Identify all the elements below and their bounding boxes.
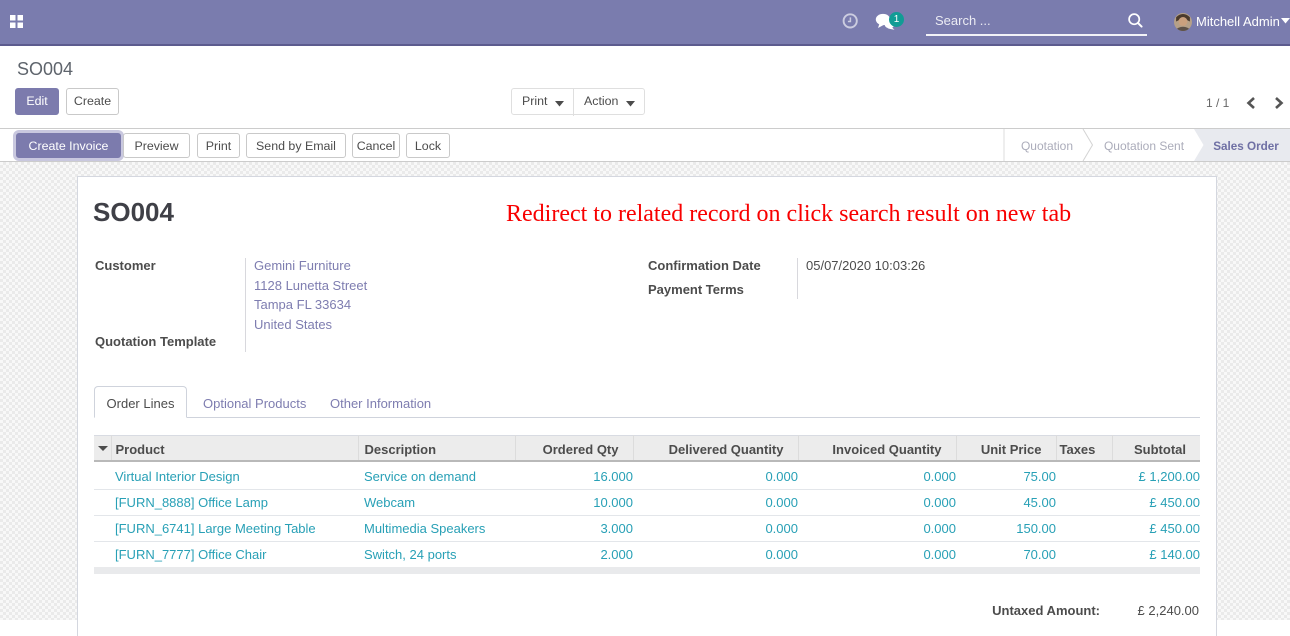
svg-text:Quotation Sent: Quotation Sent [1104,139,1185,153]
svg-text:Quotation: Quotation [1021,139,1073,153]
svg-text:Sales Order: Sales Order [1213,140,1279,153]
